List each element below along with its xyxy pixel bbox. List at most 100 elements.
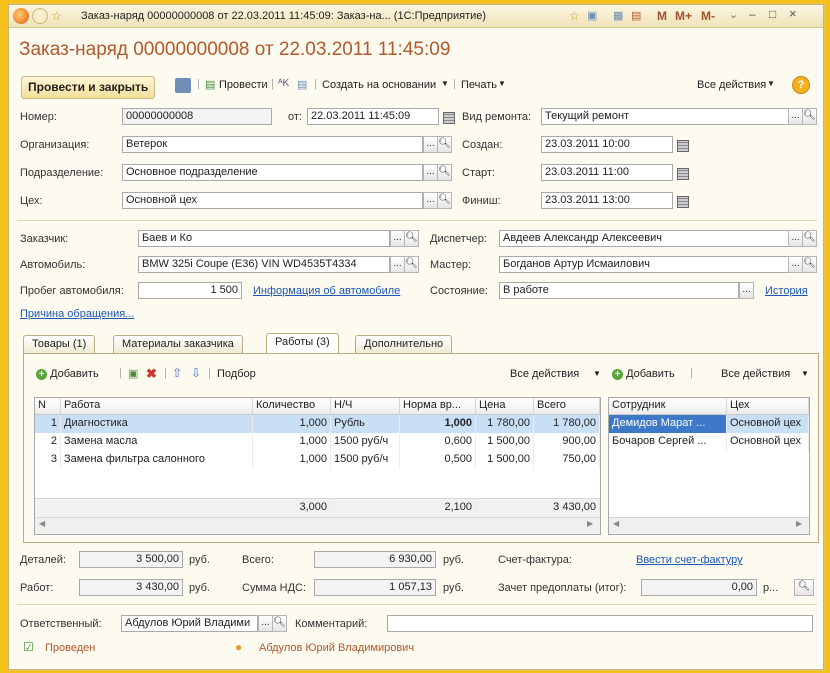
col-header-employee[interactable]: Сотрудник	[609, 398, 727, 415]
table-cell[interactable]: 1 500,00	[476, 451, 534, 469]
car-field[interactable]: BMW 325i Coupe (E36) VIN WD4535T4334	[138, 256, 390, 273]
print-button[interactable]: Печать	[461, 79, 497, 91]
maximize-icon[interactable]: □	[769, 7, 776, 21]
table-cell[interactable]: 1,000	[400, 415, 476, 433]
history-icon[interactable]: ▣	[587, 9, 597, 22]
horizontal-scrollbar[interactable]	[35, 517, 600, 534]
reason-link[interactable]: Причина обращения...	[20, 308, 134, 320]
post-and-close-button[interactable]: Провести и закрыть	[21, 76, 156, 99]
table-cell[interactable]: Рубль	[331, 415, 400, 433]
organization-select-button[interactable]: ...	[423, 136, 438, 153]
all-actions-button[interactable]: Все действия	[697, 79, 766, 91]
scroll-left-icon[interactable]: ◀	[39, 519, 45, 528]
dispatcher-select-button[interactable]: ...	[788, 230, 803, 247]
col-header-norm-time[interactable]: Норма вр...	[400, 398, 476, 415]
responsible-field[interactable]: Абдулов Юрий Владими	[121, 615, 258, 632]
search-icon[interactable]: 🔍︎	[404, 230, 419, 247]
app-logo-icon[interactable]	[13, 8, 29, 24]
move-down-icon[interactable]: ⇩	[191, 366, 201, 380]
department-select-button[interactable]: ...	[423, 164, 438, 181]
calculator-icon[interactable]: ▦	[613, 9, 623, 22]
created-field[interactable]: 23.03.2011 10:00	[541, 136, 673, 153]
search-icon[interactable]: 🔍︎	[272, 615, 287, 632]
help-icon[interactable]: ?	[792, 76, 810, 94]
memory-mplus-button[interactable]: M+	[675, 9, 692, 23]
selection-button[interactable]: Подбор	[217, 368, 256, 380]
repair-type-field[interactable]: Текущий ремонт	[541, 108, 789, 125]
add-staff-button[interactable]: + Добавить	[612, 368, 675, 380]
report-icon[interactable]: ▤	[297, 78, 307, 91]
calendar-icon[interactable]	[677, 168, 689, 180]
favorite-star-icon[interactable]: ☆	[51, 9, 62, 23]
col-header-total[interactable]: Всего	[534, 398, 600, 415]
memory-m-button[interactable]: M	[657, 9, 667, 23]
move-up-icon[interactable]: ⇧	[172, 366, 182, 380]
table-cell[interactable]: Замена фильтра салонного	[61, 451, 253, 469]
star-add-icon[interactable]: ☆	[569, 9, 580, 23]
table-cell[interactable]: Диагностика	[61, 415, 253, 433]
col-header-price[interactable]: Цена	[476, 398, 534, 415]
state-field[interactable]: В работе	[499, 282, 739, 299]
col-header-shop[interactable]: Цех	[727, 398, 809, 415]
customer-select-button[interactable]: ...	[390, 230, 405, 247]
calendar-icon[interactable]: ▤	[631, 9, 641, 22]
table-cell[interactable]: 0,500	[400, 451, 476, 469]
menu-dropdown-icon[interactable]	[32, 8, 48, 24]
mileage-field[interactable]: 1 500	[138, 282, 242, 299]
calendar-icon[interactable]	[443, 112, 455, 124]
master-field[interactable]: Богданов Артур Исмаилович	[499, 256, 789, 273]
car-info-link[interactable]: Информация об автомобиле	[253, 285, 400, 297]
search-icon[interactable]: 🔍︎	[437, 192, 452, 209]
table-cell[interactable]: Демидов Марат ...	[609, 415, 727, 433]
table-cell[interactable]: 1 780,00	[476, 415, 534, 433]
memory-mminus-button[interactable]: M-	[701, 9, 715, 23]
table-cell[interactable]: 750,00	[534, 451, 600, 469]
add-work-button[interactable]: + Добавить	[36, 368, 99, 380]
table-cell[interactable]: 900,00	[534, 433, 600, 451]
repair-type-select-button[interactable]: ...	[788, 108, 803, 125]
chevron-down-icon[interactable]: ⌄	[729, 8, 738, 21]
create-based-on-button[interactable]: Создать на основании	[322, 79, 436, 91]
scroll-left-icon[interactable]: ◀	[613, 519, 619, 528]
delete-icon[interactable]: ✖	[146, 366, 157, 382]
table-cell[interactable]: Основной цех	[727, 415, 809, 433]
car-select-button[interactable]: ...	[390, 256, 405, 273]
copy-icon[interactable]: ▣	[128, 367, 138, 380]
search-icon[interactable]: 🔍︎	[802, 108, 817, 125]
scroll-right-icon[interactable]: ▶	[587, 519, 593, 528]
customer-field[interactable]: Баев и Ко	[138, 230, 390, 247]
search-icon[interactable]: 🔍︎	[437, 164, 452, 181]
table-cell[interactable]: Бочаров Сергей ...	[609, 433, 727, 451]
search-icon[interactable]: 🔍︎	[794, 579, 814, 596]
table-cell[interactable]: 0,600	[400, 433, 476, 451]
col-header-norm-hour[interactable]: Н/Ч	[331, 398, 400, 415]
table-cell[interactable]: 3	[35, 451, 61, 469]
minimize-icon[interactable]: –	[749, 7, 756, 21]
works-all-actions-button[interactable]: Все действия	[510, 368, 579, 380]
dispatcher-field[interactable]: Авдеев Александр Алексеевич	[499, 230, 789, 247]
tab-works[interactable]: Работы (3)	[266, 333, 339, 353]
table-cell[interactable]: 1	[35, 415, 61, 433]
table-cell[interactable]: 1500 руб/ч	[331, 451, 400, 469]
table-cell[interactable]: 1,000	[253, 433, 331, 451]
table-cell[interactable]: Основной цех	[727, 433, 809, 451]
tab-additional[interactable]: Дополнительно	[355, 335, 453, 353]
col-header-quantity[interactable]: Количество	[253, 398, 331, 415]
search-icon[interactable]: 🔍︎	[802, 230, 817, 247]
organization-field[interactable]: Ветерок	[122, 136, 423, 153]
table-cell[interactable]: 1,000	[253, 451, 331, 469]
enter-invoice-link[interactable]: Ввести счет-фактуру	[636, 554, 743, 566]
works-table[interactable]: N Работа Количество Н/Ч Норма вр... Цена…	[34, 397, 601, 535]
table-cell[interactable]: 1 780,00	[534, 415, 600, 433]
staff-all-actions-button[interactable]: Все действия	[721, 368, 790, 380]
close-icon[interactable]: ×	[789, 6, 797, 21]
table-cell[interactable]: Замена масла	[61, 433, 253, 451]
scroll-right-icon[interactable]: ▶	[796, 519, 802, 528]
shop-field[interactable]: Основной цех	[122, 192, 423, 209]
comment-field[interactable]	[387, 615, 813, 632]
calendar-icon[interactable]	[677, 196, 689, 208]
save-icon[interactable]	[175, 78, 191, 93]
table-cell[interactable]: 1 500,00	[476, 433, 534, 451]
table-cell[interactable]: 1,000	[253, 415, 331, 433]
table-cell[interactable]: 2	[35, 433, 61, 451]
